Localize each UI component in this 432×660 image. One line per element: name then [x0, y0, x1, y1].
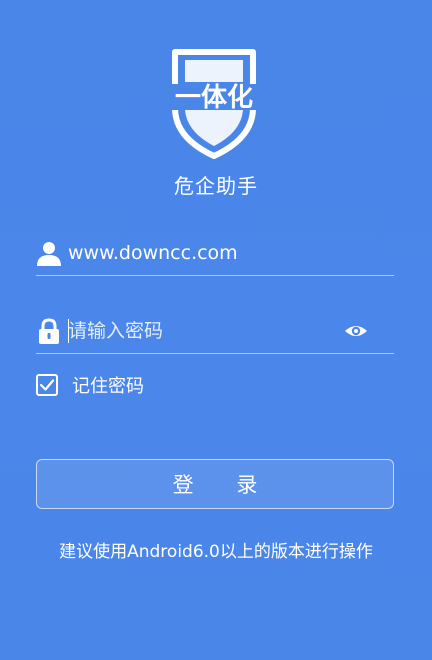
username-input[interactable]: [68, 238, 348, 268]
lock-icon: [36, 318, 62, 344]
checkmark-icon: [39, 379, 55, 391]
password-field[interactable]: [36, 310, 394, 354]
eye-icon[interactable]: [344, 320, 368, 342]
app-logo: 一体化: [155, 44, 273, 162]
password-input[interactable]: [68, 316, 348, 346]
username-field[interactable]: [36, 232, 394, 276]
app-title: 危企助手: [174, 174, 258, 198]
text-cursor: [68, 319, 69, 343]
logo-text: 一体化: [175, 83, 253, 113]
remember-label: 记住密码: [72, 376, 144, 397]
remember-checkbox[interactable]: [36, 374, 58, 396]
login-screen: 一体化 危企助手 www.downcc.com 记住密码 登 录 建议使用And…: [0, 0, 432, 660]
login-button[interactable]: 登 录: [36, 459, 394, 509]
password-divider: [36, 353, 394, 354]
user-icon: [36, 240, 62, 266]
shield-logo-icon: 一体化: [159, 49, 269, 159]
version-hint: 建议使用Android6.0以上的版本进行操作: [59, 542, 373, 562]
username-divider: [36, 275, 394, 276]
remember-password-toggle[interactable]: 记住密码: [36, 371, 144, 399]
